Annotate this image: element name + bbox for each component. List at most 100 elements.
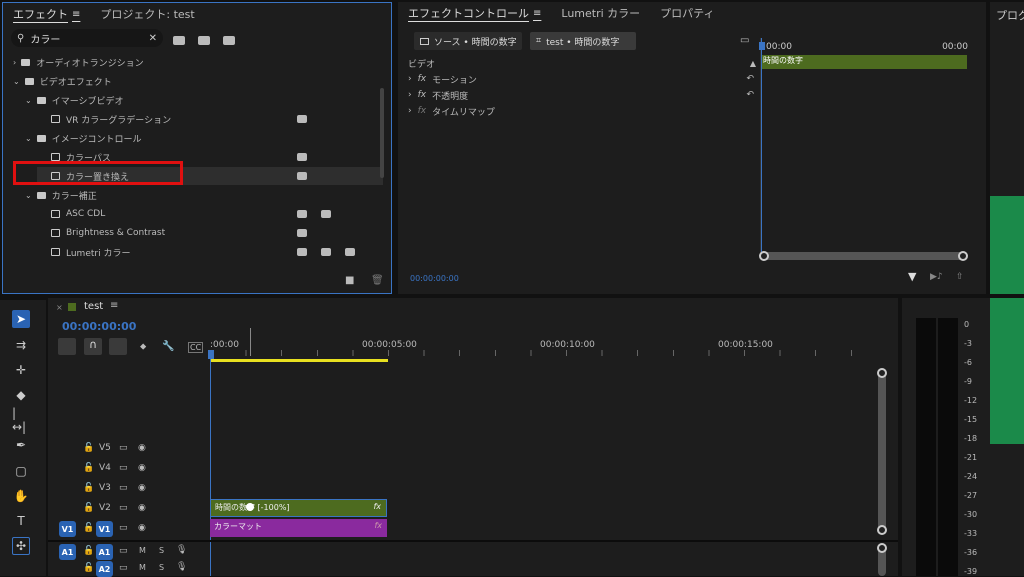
- clear-search-icon[interactable]: ✕: [149, 33, 157, 44]
- panel-menu-icon[interactable]: ≡: [72, 9, 80, 20]
- ec-scroll-bar[interactable]: [761, 252, 967, 260]
- tab-effects[interactable]: エフェクト ≡: [3, 3, 90, 25]
- mute-button[interactable]: M: [139, 563, 146, 572]
- solo-button[interactable]: S: [159, 563, 164, 572]
- lock-icon[interactable]: 🔓: [83, 443, 94, 453]
- eye-icon[interactable]: ◉: [138, 443, 146, 453]
- ec-playhead-handle[interactable]: [759, 42, 765, 50]
- remix-tool-icon[interactable]: ✣: [12, 537, 30, 555]
- sync-lock-icon[interactable]: ▭: [119, 503, 128, 513]
- ec-scroll-handle-left[interactable]: [759, 251, 769, 261]
- tree-item[interactable]: ASC CDL: [37, 205, 383, 223]
- lock-icon[interactable]: 🔓: [83, 546, 94, 556]
- panel-menu-icon[interactable]: ≡: [110, 300, 118, 311]
- lock-icon[interactable]: 🔓: [83, 483, 94, 493]
- clip-color-matte[interactable]: カラーマット fx: [210, 519, 387, 537]
- ec-playhead[interactable]: [761, 38, 762, 252]
- reset-icon[interactable]: ↶: [746, 74, 754, 84]
- timeline-playhead-handle[interactable]: [208, 350, 214, 359]
- pen-tool-icon[interactable]: ✒: [12, 436, 30, 454]
- audio-scroll-handle-top[interactable]: [877, 543, 887, 553]
- lock-icon[interactable]: 🔓: [83, 463, 94, 473]
- captions-icon[interactable]: CC: [188, 342, 204, 353]
- eye-icon[interactable]: ◉: [138, 523, 146, 533]
- hand-tool-icon[interactable]: ✋: [12, 487, 30, 505]
- work-area-bar[interactable]: [210, 359, 388, 362]
- tree-item[interactable]: ⌄ イメージコントロール: [25, 129, 383, 147]
- settings-wrench-icon[interactable]: 🔧: [162, 341, 174, 352]
- chevron-right-icon[interactable]: ›: [408, 74, 412, 84]
- timeline-timecode[interactable]: 00:00:00:00: [62, 320, 136, 333]
- sequence-clip-tab[interactable]: ⌗ test • 時間の数字: [530, 32, 636, 50]
- tree-item[interactable]: ⌄ カラー補正: [25, 186, 383, 204]
- close-tab-icon[interactable]: ×: [56, 303, 63, 312]
- fx-toggle-icon[interactable]: fx: [418, 106, 427, 116]
- fx-toggle-icon[interactable]: fx: [418, 90, 427, 100]
- 32bit-filter-icon[interactable]: [198, 36, 210, 45]
- sync-lock-icon[interactable]: ▭: [119, 443, 128, 453]
- source-patch-a1[interactable]: A1: [59, 544, 76, 560]
- add-marker-icon[interactable]: ⬥: [140, 342, 146, 352]
- tree-item[interactable]: Lumetri カラー: [37, 243, 383, 261]
- ec-scroll-handle-right[interactable]: [958, 251, 968, 261]
- fx-toggle-icon[interactable]: fx: [418, 74, 427, 84]
- ec-timecode[interactable]: 00:00:00:00: [410, 274, 459, 283]
- slip-tool-icon[interactable]: |↔|: [12, 406, 30, 434]
- yuv-filter-icon[interactable]: [223, 36, 235, 45]
- tab-properties[interactable]: プロパティ: [650, 2, 724, 24]
- tab-effect-controls[interactable]: エフェクトコントロール ≡: [398, 2, 551, 24]
- delete-icon[interactable]: 🗑: [371, 275, 384, 286]
- track-label[interactable]: V5: [99, 443, 111, 453]
- chevron-right-icon[interactable]: ›: [408, 90, 412, 100]
- lock-icon[interactable]: 🔓: [83, 503, 94, 513]
- snap-icon[interactable]: ∩: [84, 338, 102, 355]
- eye-icon[interactable]: ◉: [138, 463, 146, 473]
- tab-program[interactable]: プログ: [996, 7, 1024, 23]
- source-clip-tab[interactable]: ソース • 時間の数字: [414, 32, 522, 50]
- tree-item[interactable]: › オーディオトランジション: [13, 53, 383, 71]
- clip-time-digits[interactable]: 時間の数字 [-100%] fx: [210, 499, 387, 517]
- search-box[interactable]: ⚲ カラー ✕: [11, 29, 163, 47]
- sync-lock-icon[interactable]: ▭: [119, 463, 128, 473]
- export-icon[interactable]: ⇧: [956, 272, 964, 282]
- eye-icon[interactable]: ◉: [138, 503, 146, 513]
- razor-tool-icon[interactable]: ◆: [12, 386, 30, 404]
- microphone-icon[interactable]: 🎙: [176, 545, 187, 555]
- mute-button[interactable]: M: [139, 546, 146, 555]
- search-input[interactable]: カラー: [30, 31, 60, 46]
- track-label[interactable]: V3: [99, 483, 111, 493]
- linked-selection-icon[interactable]: [109, 338, 127, 355]
- video-tracks-scrollbar[interactable]: [878, 370, 886, 532]
- track-label[interactable]: V4: [99, 463, 111, 473]
- effects-scrollbar[interactable]: [380, 88, 384, 178]
- selection-tool-icon[interactable]: ➤: [12, 310, 30, 328]
- scroll-handle-bottom[interactable]: [877, 525, 887, 535]
- rectangle-tool-icon[interactable]: ▢: [12, 462, 30, 480]
- chevron-right-icon[interactable]: ›: [13, 58, 16, 67]
- sync-lock-icon[interactable]: ▭: [119, 546, 128, 556]
- scroll-handle-top[interactable]: [877, 368, 887, 378]
- tree-item[interactable]: VR カラーグラデーション: [37, 110, 383, 128]
- type-tool-icon[interactable]: T: [12, 512, 30, 530]
- filter-icon[interactable]: ▼: [908, 270, 916, 283]
- new-bin-icon[interactable]: ■: [345, 275, 354, 286]
- lock-icon[interactable]: 🔓: [83, 563, 94, 573]
- accelerated-effects-filter-icon[interactable]: [173, 36, 185, 45]
- tree-item[interactable]: ⌄ イマーシブビデオ: [25, 91, 383, 109]
- ripple-edit-tool-icon[interactable]: ✛: [12, 361, 30, 379]
- chevron-down-icon[interactable]: ⌄: [25, 191, 32, 200]
- panel-layout-icon[interactable]: ▭: [740, 35, 749, 46]
- chevron-down-icon[interactable]: ⌄: [25, 96, 32, 105]
- solo-button[interactable]: S: [159, 546, 164, 555]
- lock-icon[interactable]: 🔓: [83, 523, 94, 533]
- tree-item[interactable]: ⌄ ビデオエフェクト: [13, 72, 383, 90]
- panel-menu-icon[interactable]: ≡: [533, 8, 541, 19]
- collapse-up-icon[interactable]: ▲: [750, 59, 756, 68]
- sync-lock-icon[interactable]: ▭: [119, 523, 128, 533]
- chevron-down-icon[interactable]: ⌄: [13, 77, 20, 86]
- sync-lock-icon[interactable]: ▭: [119, 563, 128, 573]
- sequence-tab[interactable]: test: [84, 301, 103, 312]
- source-patch-v1[interactable]: V1: [59, 521, 76, 537]
- track-target-a2[interactable]: A2: [96, 561, 113, 577]
- time-ruler[interactable]: :00:00 00:00:05:00 00:00:10:00 00:00:15:…: [208, 336, 886, 362]
